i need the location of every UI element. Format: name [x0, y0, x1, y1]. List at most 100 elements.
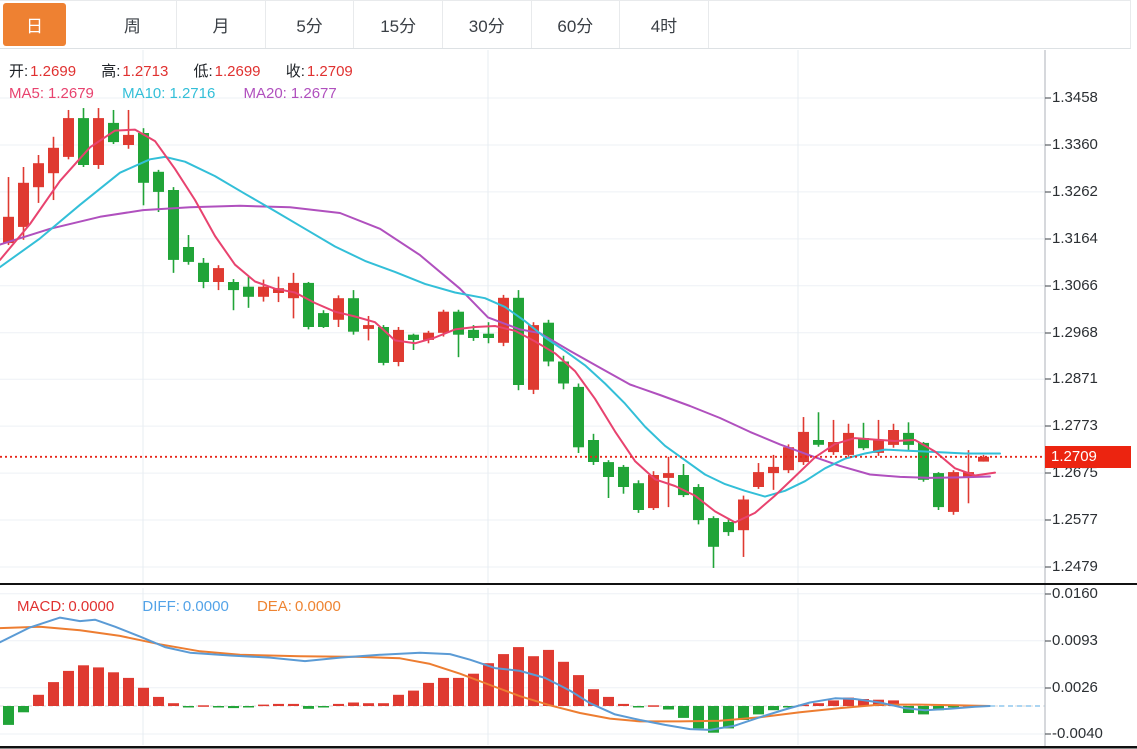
- candle: [363, 325, 374, 329]
- macd-histogram-bar: [123, 678, 134, 706]
- macd-histogram-bar: [333, 704, 344, 706]
- macd-readout: MACD:0.0000 DIFF:0.0000 DEA:0.0000: [17, 598, 365, 615]
- ma10-value: 1.2716: [169, 85, 215, 102]
- candle: [198, 263, 209, 282]
- macd-histogram-bar: [288, 704, 299, 706]
- tab-周[interactable]: 周: [89, 1, 178, 48]
- ma5-readout: MA5:1.2679: [9, 85, 94, 102]
- macd-histogram-bar: [768, 706, 779, 710]
- macd-histogram-bar: [138, 688, 149, 706]
- candle: [663, 473, 674, 478]
- ohlc-readout: 开:1.2699 高:1.2713 低:1.2699 收:1.2709: [9, 60, 374, 81]
- macd-label: MACD:: [17, 598, 65, 615]
- candle: [783, 447, 794, 470]
- macd-histogram-bar: [813, 703, 824, 706]
- candle: [333, 298, 344, 320]
- close-value: 1.2709: [307, 63, 353, 80]
- candle: [633, 483, 644, 510]
- macd-histogram-bar: [633, 706, 644, 708]
- candle: [258, 287, 269, 297]
- price-tick-label: 1.3458: [1052, 89, 1098, 106]
- candle: [48, 148, 59, 173]
- candle: [918, 443, 929, 480]
- timeframe-tabbar: 日周月5分15分30分60分4时: [0, 0, 1131, 49]
- price-tick-label: 1.2479: [1052, 558, 1098, 575]
- macd-histogram-bar: [453, 678, 464, 706]
- candle: [903, 433, 914, 445]
- price-tick-label: 1.3360: [1052, 136, 1098, 153]
- candle: [3, 217, 14, 243]
- macd-histogram-bar: [183, 706, 194, 708]
- macd-histogram-bar: [423, 683, 434, 706]
- candle: [123, 135, 134, 145]
- high-readout: 高:1.2713: [101, 63, 168, 80]
- dea-label: DEA:: [257, 598, 292, 615]
- macd-tick-label: 0.0160: [1052, 585, 1098, 602]
- macd-histogram-bar: [438, 678, 449, 706]
- price-tick-label: 1.2577: [1052, 511, 1098, 528]
- macd-histogram-bar: [363, 703, 374, 706]
- macd-histogram-bar: [48, 682, 59, 706]
- macd-histogram-bar: [348, 703, 359, 707]
- candle: [213, 268, 224, 282]
- candle: [393, 330, 404, 362]
- macd-histogram-bar: [318, 706, 329, 708]
- candle: [693, 487, 704, 520]
- tabbar-empty-space: [709, 1, 1130, 48]
- tab-月[interactable]: 月: [177, 1, 266, 48]
- candle: [483, 334, 494, 338]
- candle: [318, 313, 329, 327]
- macd-histogram-bar: [618, 704, 629, 706]
- price-tick-label: 1.2773: [1052, 417, 1098, 434]
- candle: [768, 467, 779, 473]
- kline-chart-app: 日周月5分15分30分60分4时 开:1.2699 高:1.2713 低:1.2…: [0, 0, 1137, 749]
- ma10-label: MA10:: [122, 85, 165, 102]
- current-price-tag: 1.2709: [1045, 446, 1131, 468]
- candle: [603, 462, 614, 477]
- diff-value-readout: DIFF:0.0000: [142, 598, 228, 615]
- candle: [813, 440, 824, 445]
- candle: [513, 298, 524, 385]
- candlestick-macd-chart[interactable]: [0, 0, 1137, 749]
- macd-histogram-bar: [93, 667, 104, 706]
- macd-tick-label: 0.0026: [1052, 679, 1098, 696]
- dea-value-readout: DEA:0.0000: [257, 598, 341, 615]
- macd-histogram-bar: [228, 706, 239, 708]
- tab-60分[interactable]: 60分: [532, 1, 621, 48]
- tab-日[interactable]: 日: [0, 1, 89, 48]
- candle: [183, 247, 194, 262]
- ma10-readout: MA10:1.2716: [122, 85, 215, 102]
- macd-histogram-bar: [108, 672, 119, 706]
- ma20-line: [0, 206, 990, 478]
- tab-30分[interactable]: 30分: [443, 1, 532, 48]
- candle: [153, 172, 164, 192]
- candle: [408, 335, 419, 340]
- diff-value: 0.0000: [183, 598, 229, 615]
- ma20-label: MA20:: [244, 85, 287, 102]
- macd-histogram-bar: [78, 665, 89, 706]
- macd-histogram-bar: [168, 703, 179, 706]
- open-value: 1.2699: [30, 63, 76, 80]
- macd-histogram-bar: [603, 697, 614, 706]
- ma5-value: 1.2679: [48, 85, 94, 102]
- macd-histogram-bar: [663, 706, 674, 710]
- macd-histogram-bar: [273, 704, 284, 706]
- candle: [18, 183, 29, 227]
- low-readout: 低:1.2699: [193, 63, 260, 80]
- tab-15分[interactable]: 15分: [354, 1, 443, 48]
- candle: [978, 457, 989, 462]
- macd-histogram-bar: [198, 705, 209, 707]
- open-label: 开:: [9, 63, 28, 80]
- candle: [138, 133, 149, 183]
- tab-4时[interactable]: 4时: [620, 1, 709, 48]
- candle: [738, 500, 749, 531]
- open-readout: 开:1.2699: [9, 63, 76, 80]
- macd-value: 0.0000: [68, 598, 114, 615]
- candle: [453, 312, 464, 335]
- candle: [588, 440, 599, 462]
- bottom-border: [0, 746, 1137, 749]
- price-tick-label: 1.3164: [1052, 230, 1098, 247]
- macd-histogram-bar: [258, 705, 269, 707]
- tab-5分[interactable]: 5分: [266, 1, 355, 48]
- price-tick-label: 1.2968: [1052, 324, 1098, 341]
